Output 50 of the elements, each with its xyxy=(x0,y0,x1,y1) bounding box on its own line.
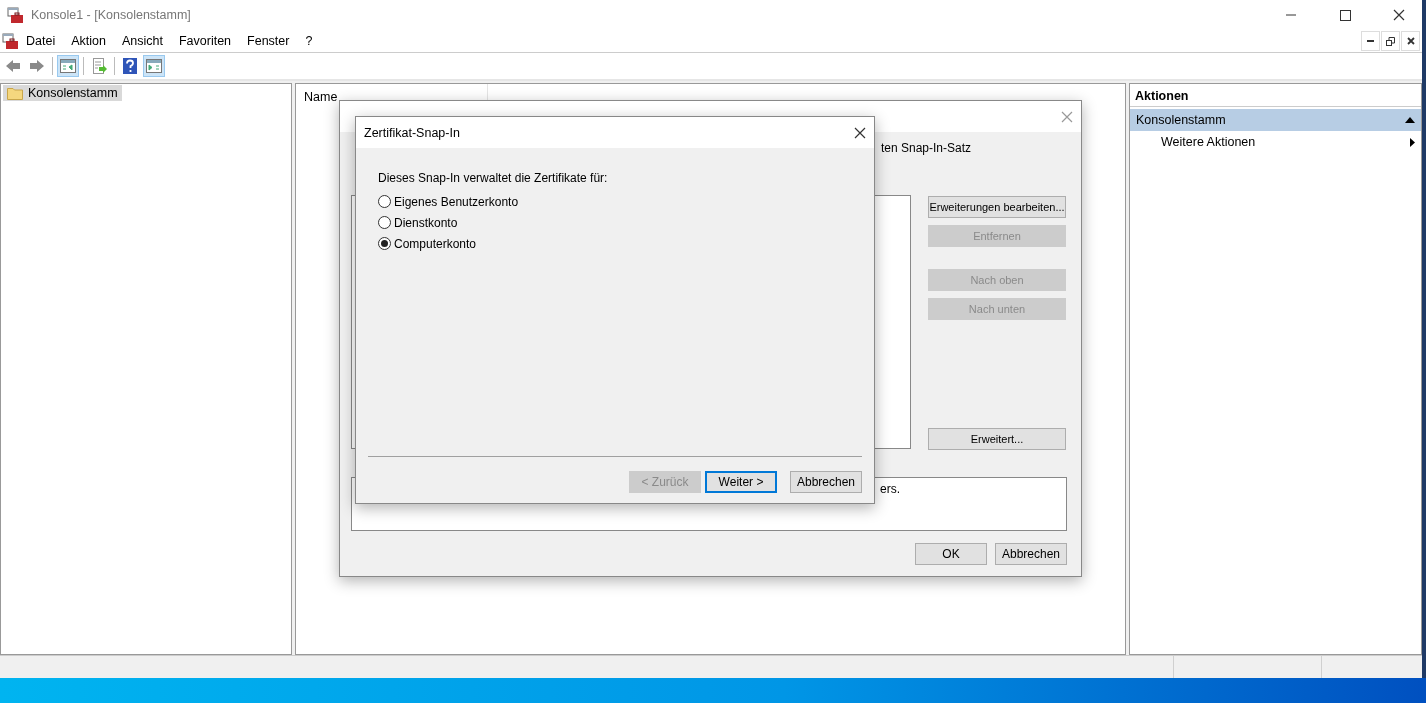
close-icon xyxy=(854,126,866,139)
radio-button[interactable] xyxy=(378,195,391,208)
folder-icon xyxy=(7,86,23,100)
actions-header: Aktionen xyxy=(1130,84,1421,107)
wizard-button[interactable]: Abbrechen xyxy=(790,471,862,493)
close-icon xyxy=(1393,9,1405,21)
toolbar-button[interactable] xyxy=(143,55,165,77)
minimize-icon xyxy=(1367,40,1374,42)
radio-option[interactable]: Dienstkonto xyxy=(378,212,458,233)
radio-button[interactable] xyxy=(378,216,391,229)
submenu-arrow-icon xyxy=(1410,137,1415,147)
minimize-icon xyxy=(1286,14,1296,16)
dialog-button[interactable]: OK xyxy=(915,543,987,565)
toolbox-icon xyxy=(7,7,23,23)
toolbar-button[interactable] xyxy=(57,55,79,77)
dialog-button[interactable]: Abbrechen xyxy=(995,543,1067,565)
panel-icon xyxy=(60,59,76,73)
action-item[interactable]: Weitere Aktionen xyxy=(1130,131,1421,153)
instruction-text: ten Snap-In-Satz xyxy=(880,141,971,155)
menu-item[interactable]: Aktion xyxy=(63,34,114,48)
restore-icon xyxy=(1386,36,1395,46)
back-arrow-icon xyxy=(5,59,21,73)
radio-option[interactable]: Eigenes Benutzerkonto xyxy=(378,191,519,212)
wizard-button[interactable]: Weiter > xyxy=(705,471,777,493)
menu-item[interactable]: Datei xyxy=(18,34,64,48)
restore-button[interactable] xyxy=(1381,31,1400,51)
dialog-button[interactable]: Erweiterungen bearbeiten... xyxy=(928,196,1066,218)
description-text: ers. xyxy=(880,482,900,496)
menu-item[interactable]: ? xyxy=(297,34,321,48)
help-icon xyxy=(123,58,137,74)
actions-section-header[interactable]: Konsolenstamm xyxy=(1130,109,1421,131)
minimize-button[interactable] xyxy=(1361,31,1380,51)
collapse-arrow-icon xyxy=(1405,117,1415,123)
close-icon xyxy=(1061,110,1073,123)
close-icon xyxy=(1406,37,1415,45)
panel-icon xyxy=(146,59,162,73)
close-button[interactable] xyxy=(1401,31,1420,51)
tree-item[interactable]: Konsolenstamm xyxy=(3,85,122,101)
dialog-title: Zertifikat-Snap-In xyxy=(364,125,460,140)
menu-item[interactable]: Ansicht xyxy=(113,34,171,48)
window-title: Konsole1 - [Konsolenstamm] xyxy=(31,8,192,22)
maximize-icon xyxy=(1339,9,1351,21)
forward-arrow-icon xyxy=(29,59,45,73)
prompt-text: Dieses Snap-In verwaltet die Zertifikate für: xyxy=(378,171,609,185)
list-export-icon xyxy=(91,58,107,74)
radio-button[interactable] xyxy=(378,237,391,250)
dialog-button[interactable]: Erweitert... xyxy=(928,428,1066,450)
radio-option[interactable]: Computerkonto xyxy=(378,233,477,254)
menu-item[interactable]: Fenster xyxy=(239,34,298,48)
menu-item[interactable]: Favoriten xyxy=(170,34,240,48)
